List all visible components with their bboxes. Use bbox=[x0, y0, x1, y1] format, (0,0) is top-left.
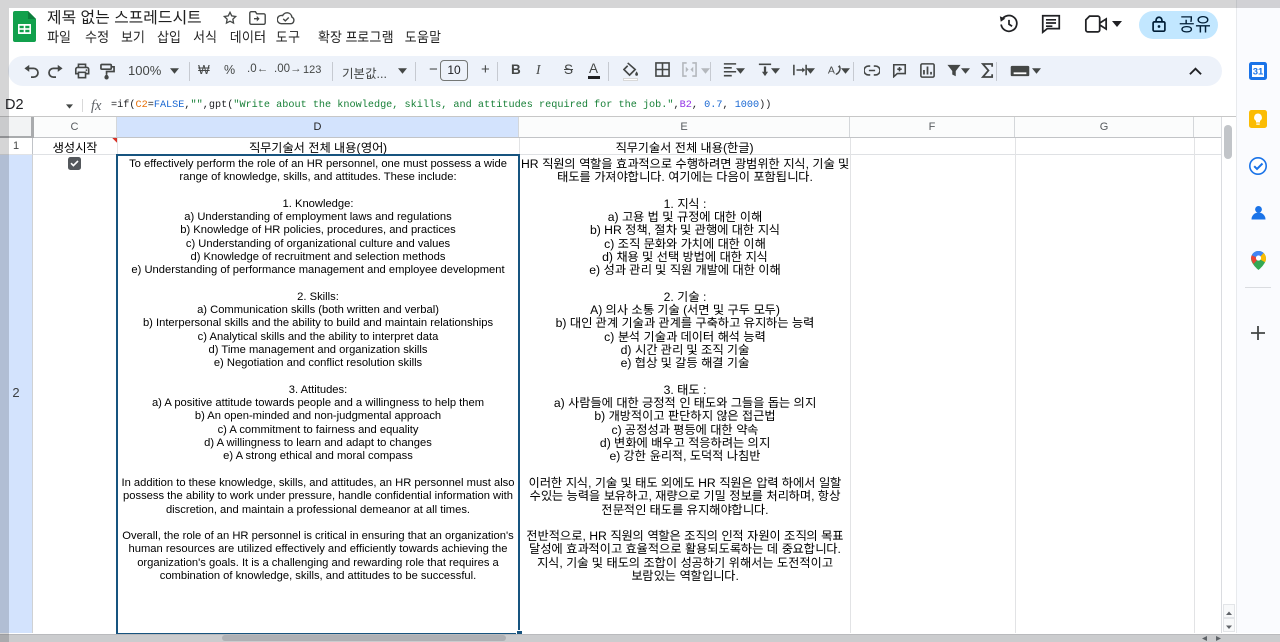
svg-text:31: 31 bbox=[1253, 67, 1264, 78]
svg-text:A: A bbox=[828, 65, 835, 77]
